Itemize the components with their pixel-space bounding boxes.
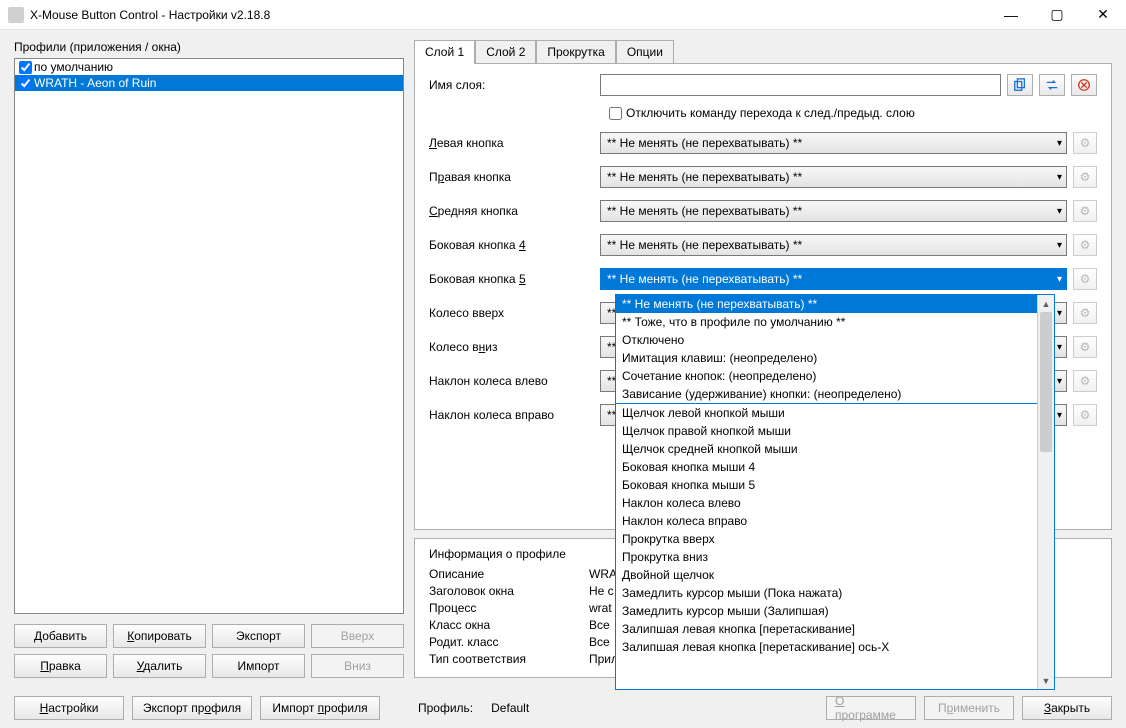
footer-profile-value: Default (491, 701, 529, 715)
profile-row[interactable]: WRATH - Aeon of Ruin (15, 75, 403, 91)
add-button[interactable]: Добавить (14, 624, 107, 648)
left-combo[interactable]: ** Не менять (не перехватывать) ** (600, 132, 1067, 154)
dropdown-option[interactable]: Сочетание кнопок: (неопределено) (616, 367, 1037, 385)
left-label: Левая кнопка (429, 136, 594, 150)
profiles-label: Профили (приложения / окна) (14, 40, 404, 54)
dropdown-option[interactable]: Прокрутка вверх (616, 530, 1037, 548)
middle-label: Средняя кнопка (429, 204, 594, 218)
dropdown-option[interactable]: Щелчок левой кнопкой мыши (616, 404, 1037, 422)
layer-name-label: Имя слоя: (429, 78, 594, 92)
dropdown-option[interactable]: Имитация клавиш: (неопределено) (616, 349, 1037, 367)
tab-scroll[interactable]: Прокрутка (536, 40, 615, 64)
tab-options[interactable]: Опции (616, 40, 674, 64)
tilt_left-label: Наклон колеса влево (429, 374, 594, 388)
dropdown-option[interactable]: Зависание (удерживание) кнопки: (неопред… (616, 385, 1037, 404)
right-gear-button: ⚙ (1073, 166, 1097, 188)
import-button[interactable]: Импорт (212, 654, 305, 678)
down-button: Вниз (311, 654, 404, 678)
up-button: Вверх (311, 624, 404, 648)
scroll-down-arrow[interactable]: ▼ (1038, 672, 1054, 689)
tilt_left-gear-button: ⚙ (1073, 370, 1097, 392)
dropdown-option[interactable]: Замедлить курсор мыши (Залипшая) (616, 602, 1037, 620)
tab-layer2[interactable]: Слой 2 (475, 40, 536, 64)
left-gear-button: ⚙ (1073, 132, 1097, 154)
dropdown-option[interactable]: Залипшая левая кнопка [перетаскивание] о… (616, 638, 1037, 656)
close-dialog-button[interactable]: Закрыть (1022, 696, 1112, 720)
profile-name: по умолчанию (34, 60, 113, 74)
dropdown-option[interactable]: Прокрутка вниз (616, 548, 1037, 566)
side5-dropdown[interactable]: ** Не менять (не перехватывать) **** Тож… (615, 294, 1055, 690)
wheel_down-gear-button: ⚙ (1073, 336, 1097, 358)
middle-combo[interactable]: ** Не менять (не перехватывать) ** (600, 200, 1067, 222)
dropdown-option[interactable]: Наклон колеса влево (616, 494, 1037, 512)
swap-icon (1045, 78, 1059, 92)
import-profile-button[interactable]: Импорт профиля (260, 696, 380, 720)
close-button[interactable]: ✕ (1080, 0, 1126, 30)
dropdown-option[interactable]: Отключено (616, 331, 1037, 349)
wheel_up-gear-button: ⚙ (1073, 302, 1097, 324)
minimize-button[interactable]: — (988, 0, 1034, 30)
delete-button[interactable]: Удалить (113, 654, 206, 678)
profile-checkbox[interactable] (19, 61, 32, 74)
tab-layer1[interactable]: Слой 1 (414, 40, 475, 64)
dropdown-option[interactable]: Наклон колеса вправо (616, 512, 1037, 530)
app-icon (8, 7, 24, 23)
side4-combo[interactable]: ** Не менять (не перехватывать) ** (600, 234, 1067, 256)
wheel_up-label: Колесо вверх (429, 306, 594, 320)
side5-gear-button: ⚙ (1073, 268, 1097, 290)
tilt_right-label: Наклон колеса вправо (429, 408, 594, 422)
clear-layer-button[interactable] (1071, 74, 1097, 96)
copy-layer-button[interactable] (1007, 74, 1033, 96)
export-profile-button[interactable]: Экспорт профиля (132, 696, 252, 720)
window-title: X-Mouse Button Control - Настройки v2.18… (30, 8, 988, 22)
scroll-up-arrow[interactable]: ▲ (1038, 295, 1054, 312)
tabs: Слой 1 Слой 2 Прокрутка Опции (414, 40, 1112, 64)
profile-name: WRATH - Aeon of Ruin (34, 76, 156, 90)
middle-gear-button: ⚙ (1073, 200, 1097, 222)
scroll-thumb[interactable] (1040, 312, 1052, 452)
dropdown-option[interactable]: Залипшая левая кнопка [перетаскивание] (616, 620, 1037, 638)
dropdown-option[interactable]: ** Не менять (не перехватывать) ** (616, 295, 1037, 313)
right-label: Правая кнопка (429, 170, 594, 184)
side4-label: Боковая кнопка 4 (429, 238, 594, 252)
export-button[interactable]: Экспорт (212, 624, 305, 648)
tilt_right-gear-button: ⚙ (1073, 404, 1097, 426)
settings-button[interactable]: Настройки (14, 696, 124, 720)
layer-name-input[interactable] (600, 74, 1001, 96)
disable-switch-label: Отключить команду перехода к след./преды… (626, 106, 915, 120)
dropdown-option[interactable]: Боковая кнопка мыши 4 (616, 458, 1037, 476)
dropdown-option[interactable]: Щелчок средней кнопкой мыши (616, 440, 1037, 458)
profile-checkbox[interactable] (19, 77, 32, 90)
clear-icon (1077, 78, 1091, 92)
wheel_down-label: Колесо вниз (429, 340, 594, 354)
apply-button: Применить (924, 696, 1014, 720)
edit-button[interactable]: Правка (14, 654, 107, 678)
disable-switch-checkbox[interactable] (609, 107, 622, 120)
swap-layer-button[interactable] (1039, 74, 1065, 96)
copy-icon (1013, 78, 1027, 92)
side4-gear-button: ⚙ (1073, 234, 1097, 256)
footer-profile-label: Профиль: (418, 701, 473, 715)
dropdown-option[interactable]: Боковая кнопка мыши 5 (616, 476, 1037, 494)
about-button: О программе (826, 696, 916, 720)
copy-button[interactable]: Копировать (113, 624, 206, 648)
maximize-button[interactable]: ▢ (1034, 0, 1080, 30)
dropdown-option[interactable]: Двойной щелчок (616, 566, 1037, 584)
titlebar: X-Mouse Button Control - Настройки v2.18… (0, 0, 1126, 30)
dropdown-option[interactable]: Замедлить курсор мыши (Пока нажата) (616, 584, 1037, 602)
dropdown-option[interactable]: Щелчок правой кнопкой мыши (616, 422, 1037, 440)
dropdown-option[interactable]: ** Тоже, что в профиле по умолчанию ** (616, 313, 1037, 331)
side5-combo[interactable]: ** Не менять (не перехватывать) ** (600, 268, 1067, 290)
profile-list[interactable]: по умолчанию WRATH - Aeon of Ruin (14, 58, 404, 614)
dropdown-scrollbar[interactable]: ▲ ▼ (1037, 295, 1054, 689)
right-combo[interactable]: ** Не менять (не перехватывать) ** (600, 166, 1067, 188)
side5-label: Боковая кнопка 5 (429, 272, 594, 286)
profile-row[interactable]: по умолчанию (15, 59, 403, 75)
